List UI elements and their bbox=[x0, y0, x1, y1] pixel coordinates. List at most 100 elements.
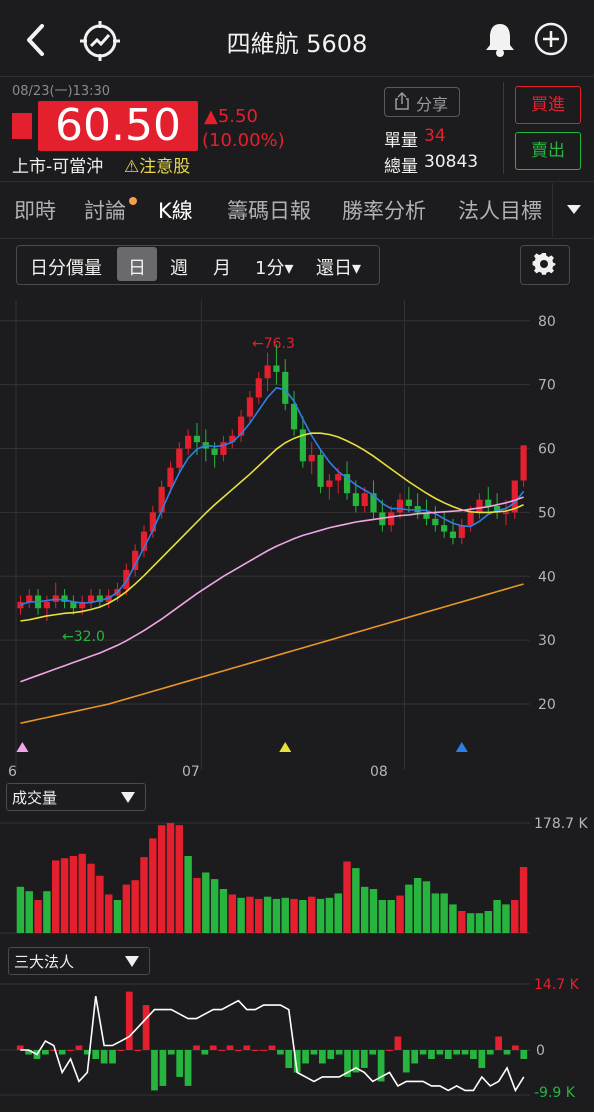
volume-bar bbox=[43, 891, 51, 933]
volume-bar bbox=[140, 857, 148, 933]
institutional-selector-label: 三大法人 bbox=[14, 953, 75, 971]
institutional-bar bbox=[478, 1050, 486, 1068]
volume-bar bbox=[104, 894, 113, 933]
institutional-bar bbox=[176, 1050, 184, 1077]
period-intraday[interactable]: 日分價量 bbox=[30, 254, 102, 280]
institutional-dropdown-icon bbox=[124, 953, 140, 967]
volume-bar bbox=[290, 898, 298, 933]
institutional-bar bbox=[67, 1050, 74, 1051]
x-tick-label: 6 bbox=[8, 764, 17, 780]
plus-circle-icon[interactable] bbox=[534, 22, 568, 56]
institutional-bar bbox=[310, 1050, 318, 1055]
volume-bar bbox=[184, 856, 192, 933]
institutional-bar bbox=[386, 1050, 393, 1051]
institutional-bar bbox=[42, 1050, 49, 1055]
candle-body bbox=[282, 371, 289, 404]
ma-line-ma20 bbox=[20, 432, 524, 622]
tab-realtime[interactable]: 即時 bbox=[14, 195, 56, 225]
institutional-bar bbox=[260, 1050, 267, 1051]
volume-bar bbox=[52, 860, 60, 933]
tab-target-price[interactable]: 法人目標 bbox=[458, 195, 546, 225]
institutional-bar bbox=[201, 1050, 209, 1055]
institutional-bar bbox=[226, 1045, 234, 1050]
volume-bar bbox=[466, 913, 475, 933]
unit-volume-label: 單量 bbox=[384, 131, 418, 151]
volume-bar bbox=[166, 823, 175, 933]
period-minute-dropdown[interactable]: 1分▾ bbox=[255, 254, 294, 280]
institutional-bar bbox=[218, 1050, 225, 1051]
institutional-min-label: -9.9 K bbox=[534, 1085, 576, 1101]
candle-body bbox=[485, 499, 492, 507]
y-tick-label: 40 bbox=[538, 569, 556, 585]
institutional-bar bbox=[302, 1050, 309, 1064]
institutional-bar bbox=[335, 1050, 343, 1055]
candle-body bbox=[211, 448, 218, 455]
candle-body bbox=[361, 493, 368, 507]
y-tick-label: 20 bbox=[538, 697, 556, 713]
candle-body bbox=[26, 595, 33, 602]
institutional-bar bbox=[251, 1050, 259, 1051]
candle-body bbox=[193, 435, 201, 443]
institutional-bar bbox=[235, 1050, 242, 1051]
candle-body bbox=[246, 397, 254, 417]
institutional-max-label: 14.7 K bbox=[534, 977, 580, 993]
adjust-dropdown[interactable]: 還日▾ bbox=[316, 254, 361, 280]
tab-more-icon[interactable] bbox=[552, 183, 594, 237]
volume-bar bbox=[396, 895, 404, 933]
volume-bar bbox=[272, 898, 281, 933]
share-icon bbox=[394, 91, 410, 110]
period-week[interactable]: 週 bbox=[170, 254, 188, 280]
volume-bar bbox=[193, 878, 201, 933]
candle-body bbox=[520, 445, 527, 481]
volume-bar bbox=[202, 872, 210, 933]
volume-bar bbox=[69, 856, 78, 933]
sell-button[interactable]: 賣出 bbox=[515, 132, 581, 170]
price-change-pct: (10.00%) bbox=[202, 130, 285, 151]
tab-chip-daily[interactable]: 籌碼日報 bbox=[227, 195, 311, 225]
volume-bar bbox=[263, 896, 272, 933]
buy-button[interactable]: 買進 bbox=[515, 86, 581, 124]
annotation-high: ←76.3 bbox=[252, 336, 295, 352]
institutional-chart[interactable]: 14.7 K 0 -9.9 K bbox=[0, 975, 594, 1112]
institutional-bar bbox=[402, 1050, 410, 1073]
candle-body bbox=[317, 454, 324, 487]
volume-bar bbox=[440, 893, 448, 933]
volume-bar bbox=[87, 863, 95, 933]
candle-body bbox=[264, 365, 271, 379]
gear-icon bbox=[532, 252, 556, 276]
candle-body bbox=[290, 403, 298, 430]
warning-badge: ⚠注意股 bbox=[124, 157, 191, 177]
bell-icon[interactable] bbox=[482, 20, 518, 58]
institutional-bar bbox=[117, 1050, 125, 1051]
volume-bar bbox=[449, 904, 457, 933]
candlestick-chart[interactable]: 80 70 60 50 40 30 20 6 07 08 bbox=[0, 300, 594, 780]
institutional-bar bbox=[486, 1050, 494, 1055]
candle-body bbox=[458, 525, 465, 538]
volume-max-label: 178.7 K bbox=[534, 816, 589, 832]
candle-body bbox=[123, 569, 130, 590]
tab-win-rate[interactable]: 勝率分析 bbox=[342, 195, 426, 225]
tab-kline[interactable]: K線 bbox=[158, 195, 193, 225]
period-month[interactable]: 月 bbox=[213, 254, 231, 280]
volume-bar bbox=[246, 896, 254, 933]
volume-chart[interactable]: 178.7 K bbox=[0, 810, 594, 945]
institutional-bar bbox=[109, 1050, 116, 1064]
period-day[interactable]: 日 bbox=[128, 254, 146, 280]
candle-body bbox=[449, 531, 457, 538]
volume-bar bbox=[343, 861, 351, 933]
x-tick-label: 07 bbox=[182, 764, 200, 780]
quote-datetime: 08/23(一)13:30 bbox=[12, 84, 111, 99]
tab-discussion[interactable]: 討論 bbox=[84, 195, 126, 225]
institutional-bar bbox=[520, 1050, 528, 1059]
institutional-bar bbox=[495, 1036, 502, 1050]
candle-body bbox=[502, 512, 510, 514]
institutional-bar bbox=[503, 1050, 511, 1055]
institutional-bar bbox=[243, 1045, 251, 1050]
blue-triangle bbox=[455, 742, 468, 752]
institutional-bar bbox=[327, 1050, 335, 1059]
institutional-bar bbox=[360, 1050, 368, 1068]
volume-bar bbox=[431, 893, 440, 933]
candle-body bbox=[43, 601, 50, 609]
price-change: ▲5.50 bbox=[204, 106, 258, 127]
volume-bar bbox=[334, 893, 342, 933]
